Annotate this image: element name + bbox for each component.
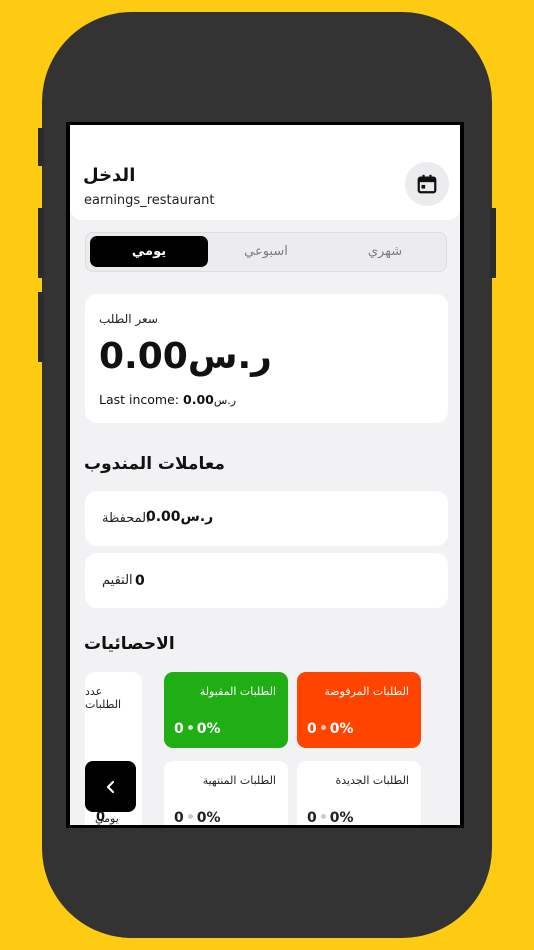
last-income-value: 0.00 xyxy=(183,392,214,407)
last-income-prefix: Last income: xyxy=(99,392,180,407)
app-bar: الدخل earnings_restaurant xyxy=(70,125,460,220)
accepted-orders-value: 0 0% xyxy=(174,721,221,737)
finished-orders-card[interactable]: الطلبات المنتهية 0 0% xyxy=(164,761,288,825)
new-orders-value: 0 0% xyxy=(307,810,354,825)
rejected-orders-value: 0 0% xyxy=(307,721,354,737)
phone-side-button xyxy=(38,208,44,278)
new-orders-card[interactable]: الطلبات الجديدة 0 0% xyxy=(297,761,421,825)
orders-count-label: عدد الطلبات xyxy=(85,685,122,711)
rating-value: 0 xyxy=(135,573,145,589)
wallet-row[interactable]: المحفظة 0.00ر.س xyxy=(85,491,448,546)
last-income: Last income: 0.00ر.س xyxy=(99,392,236,407)
chevron-left-icon xyxy=(106,780,114,793)
tab-daily[interactable]: يومي xyxy=(90,236,208,267)
finished-orders-label: الطلبات المنتهية xyxy=(202,774,276,787)
last-income-currency: ر.س xyxy=(213,394,237,407)
phone-side-button xyxy=(38,292,44,362)
rejected-orders-label: الطلبات المرفوضة xyxy=(324,685,409,698)
app-content: الدخل earnings_restaurant يومي اسبوعي شه… xyxy=(70,125,460,825)
wallet-value: 0.00ر.س xyxy=(146,509,214,525)
phone-side-button xyxy=(490,208,496,278)
rating-row[interactable]: التقيم 0 xyxy=(85,553,448,608)
back-button[interactable] xyxy=(85,761,136,812)
page-subtitle: earnings_restaurant xyxy=(84,193,215,208)
finished-orders-value: 0 0% xyxy=(174,810,221,825)
rejected-orders-card[interactable]: الطلبات المرفوضة 0 0% xyxy=(297,672,421,748)
order-price-label: سعر الطلب xyxy=(99,312,158,326)
new-orders-label: الطلبات الجديدة xyxy=(335,774,409,787)
accepted-orders-label: الطلبات المقبولة xyxy=(199,685,276,698)
order-price-amount: 0.00ر.س xyxy=(99,336,272,377)
rating-label: التقيم xyxy=(102,573,133,588)
driver-section-title: معاملات المندوب xyxy=(84,454,225,474)
stats-section-title: الاحصائيات xyxy=(84,634,175,654)
phone-screen: الدخل earnings_restaurant يومي اسبوعي شه… xyxy=(66,122,464,828)
period-tabs: يومي اسبوعي شهري xyxy=(85,232,447,272)
accepted-orders-card[interactable]: الطلبات المقبولة 0 0% xyxy=(164,672,288,748)
page-title: الدخل xyxy=(83,165,136,186)
calendar-button[interactable] xyxy=(405,162,449,206)
wallet-label: المحفظة xyxy=(102,511,150,526)
calendar-icon xyxy=(417,174,437,194)
tab-monthly[interactable]: شهري xyxy=(326,236,444,267)
phone-side-button xyxy=(38,128,44,166)
order-price-card: سعر الطلب 0.00ر.س Last income: 0.00ر.س xyxy=(85,294,448,423)
orders-count-value: 0 xyxy=(96,810,106,825)
tab-weekly[interactable]: اسبوعي xyxy=(207,236,325,267)
